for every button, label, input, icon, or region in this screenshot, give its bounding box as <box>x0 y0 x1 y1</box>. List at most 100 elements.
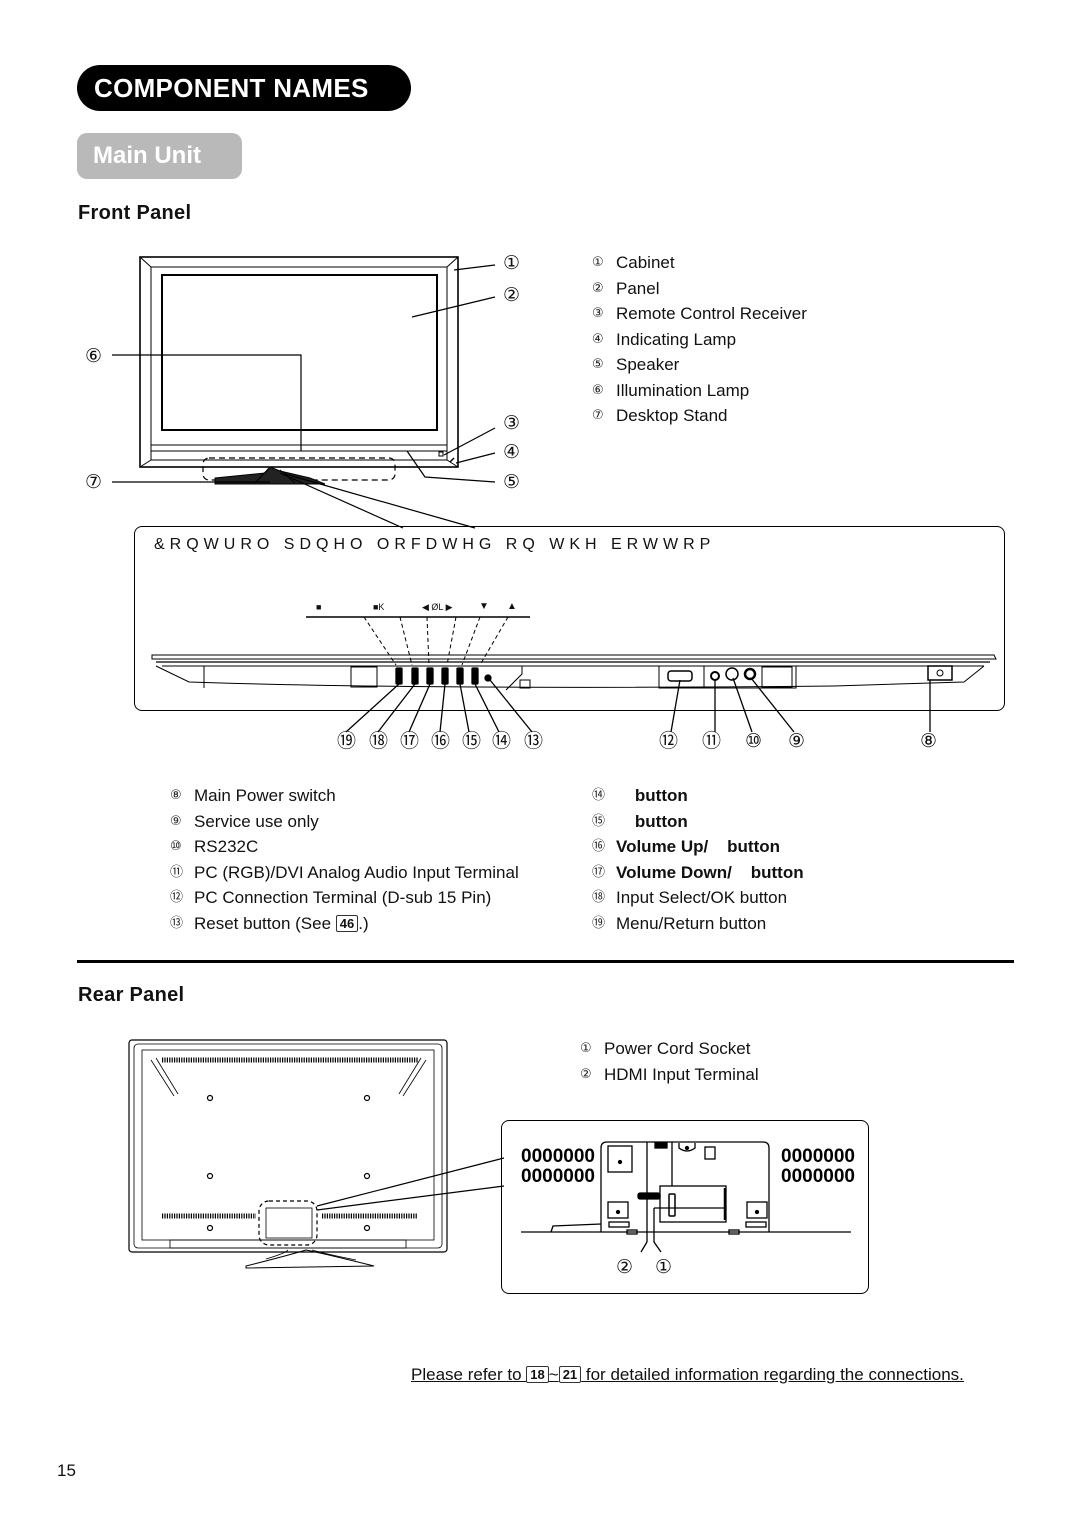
note-suffix: for detailed information regarding the c… <box>581 1365 964 1384</box>
legend-num: ② <box>580 1066 592 1082</box>
legend-item: ② HDMI Input Terminal <box>580 1062 759 1088</box>
front-legend-right: ⑭ button ⑮ button ⑯ Volume Up/ button ⑰ Vo… <box>592 783 804 936</box>
rear-panel-heading: Rear Panel <box>78 984 185 1006</box>
section-title: COMPONENT NAMES <box>77 65 411 111</box>
page-ref-18[interactable]: 18 <box>526 1366 549 1383</box>
callout-7: ⑦ <box>85 471 103 493</box>
callout-12: ⑫ <box>659 730 679 752</box>
callout-18: ⑱ <box>369 730 389 752</box>
hdmi-terminal <box>637 1192 661 1200</box>
control-panel-diagram <box>151 616 997 733</box>
callout-16: ⑯ <box>431 730 451 752</box>
callout-1: ① <box>503 252 521 274</box>
front-legend: ① Cabinet ② Panel ③ Remote Control Receiver… <box>592 250 807 429</box>
callout-19: ⑲ <box>337 730 357 752</box>
legend-num: ③ <box>592 306 604 321</box>
rear-terminal-diagram: 0000000 0000000 0000000 0000000 <box>521 1141 855 1253</box>
legend-item: ④ Indicating Lamp <box>592 327 807 353</box>
legend-label: Volume Down/ button <box>616 862 804 882</box>
legend-item: ⑤ Speaker <box>592 352 807 378</box>
legend-num: ⑬ <box>170 915 184 931</box>
legend-num: ⑯ <box>592 839 606 854</box>
page-ref-21[interactable]: 21 <box>558 1366 582 1383</box>
main-power-switch <box>936 669 944 677</box>
legend-item: ⑫ PC Connection Terminal (D-sub 15 Pin) <box>170 885 519 911</box>
legend-item: ⑨ Service use only <box>170 809 519 835</box>
legend-label: Volume Up/ button <box>616 837 780 856</box>
legend-item: ① Cabinet <box>592 250 807 276</box>
legend-suffix: .) <box>358 913 369 933</box>
callout-4: ④ <box>503 441 521 463</box>
legend-num: ⑪ <box>170 864 184 880</box>
legend-label: Cabinet <box>616 253 675 272</box>
volume-down-button <box>426 667 434 685</box>
vent-slots: 0000000 <box>521 1166 595 1187</box>
callout-8: ⑧ <box>920 730 938 752</box>
vent-slots: 0000000 <box>781 1146 855 1167</box>
connections-note: Please refer to 18 ~21 for detailed infor… <box>411 1365 964 1385</box>
page-ref-46[interactable]: 46 <box>335 914 359 932</box>
legend-num: ⑮ <box>592 813 606 829</box>
legend-label: Main Power switch <box>194 786 336 805</box>
page-number: 15 <box>57 1461 76 1480</box>
legend-num: ① <box>592 255 604 270</box>
vent-slots: 0000000 <box>781 1166 855 1187</box>
callout-10: ⑩ <box>745 730 763 752</box>
vent-slots: 0000000 <box>521 1146 595 1167</box>
legend-label: Desktop Stand <box>616 406 728 425</box>
note-prefix: Please refer to <box>411 1365 527 1384</box>
callout-14: ⑭ <box>492 730 512 752</box>
callout-3: ③ <box>503 412 521 434</box>
front-tv-diagram <box>112 256 496 529</box>
down-button <box>456 667 464 685</box>
legend-item: ⑬ Reset button (See 46.) <box>170 911 519 937</box>
legend-label: button <box>616 811 688 831</box>
legend-label: Speaker <box>616 355 680 374</box>
vesa-hole <box>363 1094 371 1102</box>
callout-13: ⑬ <box>524 730 544 752</box>
legend-item: ⑮ button <box>592 809 804 835</box>
legend-item: ① Power Cord Socket <box>580 1036 759 1062</box>
tv-panel-screen <box>161 274 438 431</box>
tv-cabinet-outline <box>139 256 459 468</box>
callout-6: ⑥ <box>85 345 103 367</box>
legend-item: ⑥ Illumination Lamp <box>592 378 807 404</box>
front-legend-left: ⑧ Main Power switch ⑨ Service use only ⑩ RS… <box>170 783 519 936</box>
legend-item: ⑯ Volume Up/ button <box>592 834 804 860</box>
legend-item: ⑩ RS232C <box>170 834 519 860</box>
service-port <box>743 667 757 681</box>
legend-num: ① <box>580 1041 592 1056</box>
legend-label: RS232C <box>194 837 259 856</box>
legend-item: ⑭ button <box>592 783 804 809</box>
legend-item: ② Panel <box>592 276 807 302</box>
legend-num: ④ <box>592 331 604 347</box>
legend-label: HDMI Input Terminal <box>604 1064 759 1084</box>
audio-jack <box>710 671 720 681</box>
vesa-hole <box>206 1172 214 1180</box>
callout-15: ⑮ <box>462 730 482 752</box>
section-divider <box>77 960 1014 963</box>
legend-num: ⑭ <box>592 788 606 803</box>
legend-label: Reset button (See <box>194 913 336 933</box>
legend-num: ⑱ <box>592 890 606 905</box>
bracket <box>607 1145 633 1173</box>
subsection-title: Main Unit <box>77 133 242 179</box>
input-select-button <box>411 667 419 685</box>
legend-label: PC (RGB)/DVI Analog Audio Input Terminal <box>194 862 519 882</box>
rear-tv-diagram <box>128 1039 505 1269</box>
rear-callout-1: ① <box>655 1256 673 1278</box>
legend-num: ⑤ <box>592 357 604 372</box>
rear-cabinet-outline <box>128 1039 448 1253</box>
legend-label: Panel <box>616 278 660 298</box>
up-button <box>471 667 479 685</box>
legend-num: ⑦ <box>592 408 604 423</box>
legend-num: ⑩ <box>170 839 182 854</box>
legend-item: ⑦ Desktop Stand <box>592 403 807 429</box>
legend-num: ⑨ <box>170 813 182 829</box>
callout-17: ⑰ <box>400 730 420 752</box>
legend-num: ⑰ <box>592 864 606 880</box>
legend-label: Input Select/OK button <box>616 888 788 907</box>
legend-item: ③ Remote Control Receiver <box>592 301 807 327</box>
callout-9: ⑨ <box>788 730 806 752</box>
legend-num: ② <box>592 280 604 296</box>
